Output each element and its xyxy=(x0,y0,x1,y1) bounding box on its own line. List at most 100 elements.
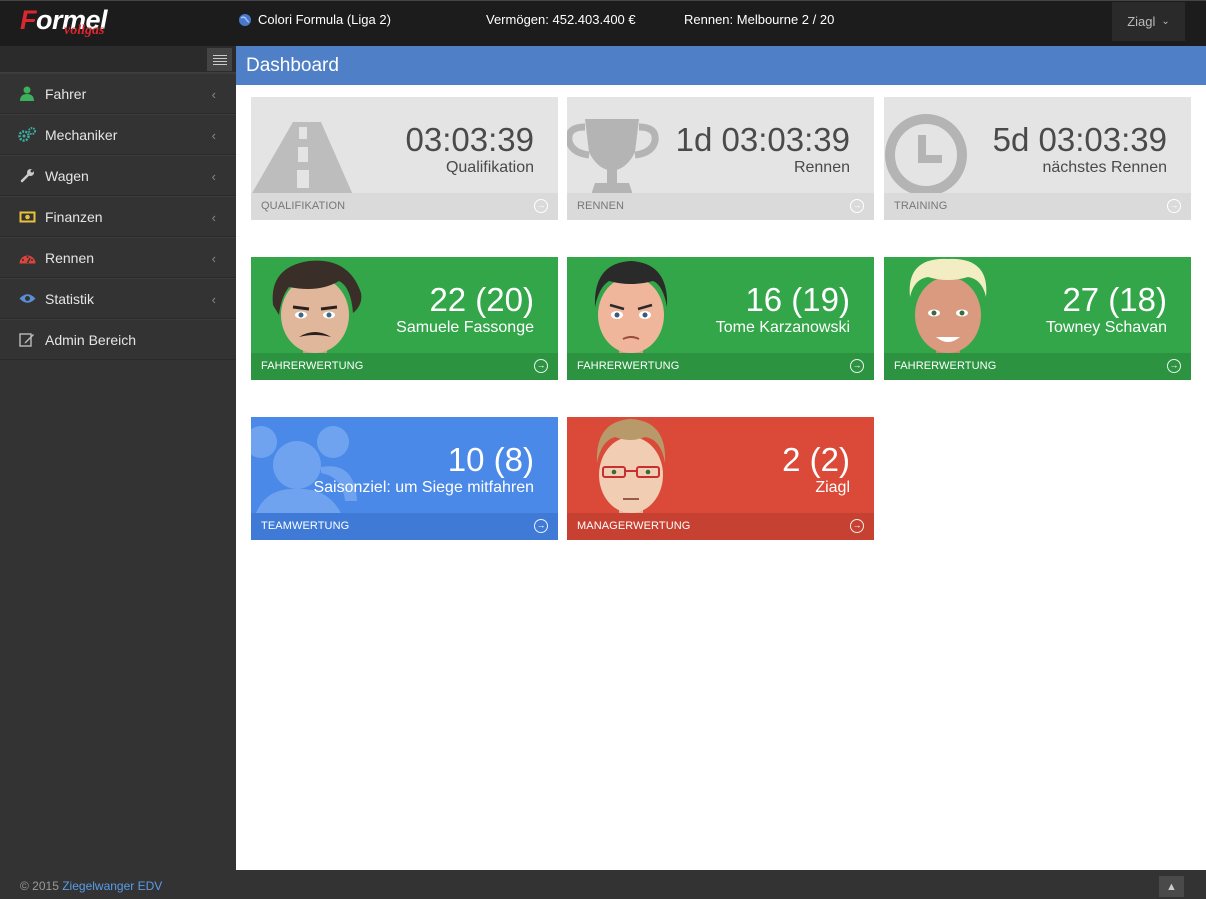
tile-footer[interactable]: TRAINING → xyxy=(884,193,1191,220)
money-info: Vermögen: 452.403.400 € xyxy=(486,12,636,27)
arrow-circle-right-icon: → xyxy=(534,519,548,533)
sidebar-item-label: Finanzen xyxy=(45,208,103,225)
sidebar: Fahrer ‹ Mechaniker ‹ Wagen ‹ Finanzen ‹… xyxy=(0,46,236,870)
tile-teamwertung[interactable]: 10 (8) Saisonziel: um Siege mitfahren TE… xyxy=(251,417,558,540)
money-icon xyxy=(18,209,36,225)
wrench-icon xyxy=(18,168,36,184)
sidebar-item-label: Wagen xyxy=(45,167,89,184)
tile-footer-label: QUALIFIKATION xyxy=(261,200,346,212)
tile-footer[interactable]: RENNEN → xyxy=(567,193,874,220)
globe-icon xyxy=(239,13,251,26)
tile-rennen[interactable]: 1d 03:03:39 Rennen RENNEN → xyxy=(567,97,874,220)
arrow-circle-right-icon: → xyxy=(850,519,864,533)
tile-footer-label: FAHRERWERTUNG xyxy=(577,360,680,372)
footer: © 2015 Ziegelwanger EDV ▲ xyxy=(0,870,1206,899)
arrow-circle-right-icon: → xyxy=(1167,359,1181,373)
tile-footer[interactable]: MANAGERWERTUNG → xyxy=(567,513,874,540)
tile-value: 27 (18) xyxy=(1062,281,1167,318)
arrow-circle-right-icon: → xyxy=(850,359,864,373)
league-info: Colori Formula (Liga 2) xyxy=(238,12,391,27)
sidebar-item-fahrer[interactable]: Fahrer ‹ xyxy=(0,73,236,114)
sidebar-item-admin-bereich[interactable]: Admin Bereich xyxy=(0,319,236,360)
league-name: Colori Formula (Liga 2) xyxy=(258,12,391,27)
sidebar-item-mechaniker[interactable]: Mechaniker ‹ xyxy=(0,114,236,155)
tile-subtitle: nächstes Rennen xyxy=(1042,159,1167,176)
top-bar: Formel vollgas Colori Formula (Liga 2) V… xyxy=(0,0,1206,46)
tile-driver-1[interactable]: 22 (20) Samuele Fassonge FAHRERWERTUNG → xyxy=(251,257,558,380)
chevron-left-icon: ‹ xyxy=(211,87,216,102)
tile-managerwertung[interactable]: 2 (2) Ziagl MANAGERWERTUNG → xyxy=(567,417,874,540)
sidebar-item-label: Mechaniker xyxy=(45,126,118,143)
tile-footer-label: RENNEN xyxy=(577,200,625,212)
tile-subtitle: Tome Karzanowski xyxy=(715,319,850,336)
tile-value: 16 (19) xyxy=(745,281,850,318)
scroll-to-top-button[interactable]: ▲ xyxy=(1159,876,1184,897)
tile-value: 2 (2) xyxy=(782,441,850,478)
tile-value: 22 (20) xyxy=(429,281,534,318)
tile-training[interactable]: 5d 03:03:39 nächstes Rennen TRAINING → xyxy=(884,97,1191,220)
sidebar-item-label: Admin Bereich xyxy=(45,331,137,348)
tile-footer[interactable]: FAHRERWERTUNG → xyxy=(251,353,558,380)
logo-subtitle: vollgas xyxy=(64,23,105,38)
tile-footer-label: MANAGERWERTUNG xyxy=(577,520,691,532)
tile-subtitle: Ziagl xyxy=(815,479,850,496)
copyright: © 2015 Ziegelwanger EDV xyxy=(20,879,162,893)
arrow-circle-right-icon: → xyxy=(1167,199,1181,213)
chevron-up-icon: ▲ xyxy=(1166,880,1177,893)
main-content: Dashboard 03:03:39 Qualifikation QUALIFI… xyxy=(236,46,1206,870)
chevron-down-icon: ⌄ xyxy=(1161,16,1170,27)
tile-subtitle: Saisonziel: um Siege mitfahren xyxy=(313,479,534,496)
sidebar-toggle-button[interactable] xyxy=(207,48,232,71)
arrow-circle-right-icon: → xyxy=(534,199,548,213)
company-link[interactable]: Ziegelwanger EDV xyxy=(62,879,162,893)
sidebar-item-label: Rennen xyxy=(45,249,95,266)
race-info: Rennen: Melbourne 2 / 20 xyxy=(684,12,835,27)
tile-subtitle: Samuele Fassonge xyxy=(396,319,534,336)
user-menu-button[interactable]: Ziagl ⌄ xyxy=(1112,2,1185,41)
edit-icon xyxy=(18,332,36,348)
trophy-icon xyxy=(567,119,659,195)
clock-icon xyxy=(885,114,967,196)
user-icon xyxy=(18,86,36,102)
tile-footer[interactable]: QUALIFIKATION → xyxy=(251,193,558,220)
tile-value: 03:03:39 xyxy=(405,121,534,158)
chevron-left-icon: ‹ xyxy=(211,128,216,143)
sidebar-item-wagen[interactable]: Wagen ‹ xyxy=(0,155,236,196)
tile-footer-label: FAHRERWERTUNG xyxy=(894,360,997,372)
copyright-text: © 2015 xyxy=(20,879,59,893)
sidebar-item-label: Statistik xyxy=(45,290,95,307)
arrow-circle-right-icon: → xyxy=(534,359,548,373)
user-name: Ziagl xyxy=(1127,14,1156,29)
sidebar-item-rennen[interactable]: Rennen ‹ xyxy=(0,237,236,278)
page-title: Dashboard xyxy=(236,46,1206,85)
tile-footer[interactable]: TEAMWERTUNG → xyxy=(251,513,558,540)
tile-value: 5d 03:03:39 xyxy=(992,121,1167,158)
tile-subtitle: Rennen xyxy=(793,159,850,176)
logo[interactable]: Formel vollgas xyxy=(20,5,140,43)
tile-footer[interactable]: FAHRERWERTUNG → xyxy=(567,353,874,380)
tile-footer-label: TEAMWERTUNG xyxy=(261,520,350,532)
road-icon xyxy=(251,122,353,195)
sidebar-item-label: Fahrer xyxy=(45,85,87,102)
tile-qualifikation[interactable]: 03:03:39 Qualifikation QUALIFIKATION → xyxy=(251,97,558,220)
chevron-left-icon: ‹ xyxy=(211,292,216,307)
tile-footer[interactable]: FAHRERWERTUNG → xyxy=(884,353,1191,380)
tile-footer-label: FAHRERWERTUNG xyxy=(261,360,364,372)
tile-value: 1d 03:03:39 xyxy=(675,121,850,158)
sidebar-item-finanzen[interactable]: Finanzen ‹ xyxy=(0,196,236,237)
chevron-left-icon: ‹ xyxy=(211,210,216,225)
tile-value: 10 (8) xyxy=(447,441,534,478)
tile-footer-label: TRAINING xyxy=(894,200,948,212)
arrow-circle-right-icon: → xyxy=(850,199,864,213)
tile-subtitle: Towney Schavan xyxy=(1046,319,1167,336)
chevron-left-icon: ‹ xyxy=(211,251,216,266)
logo-text-first: F xyxy=(20,5,37,35)
tile-driver-2[interactable]: 16 (19) Tome Karzanowski FAHRERWERTUNG → xyxy=(567,257,874,380)
eye-icon xyxy=(18,291,36,307)
chevron-left-icon: ‹ xyxy=(211,169,216,184)
tile-driver-3[interactable]: 27 (18) Towney Schavan FAHRERWERTUNG → xyxy=(884,257,1191,380)
gears-icon xyxy=(18,127,36,143)
sidebar-item-statistik[interactable]: Statistik ‹ xyxy=(0,278,236,319)
tile-subtitle: Qualifikation xyxy=(445,159,534,176)
speedometer-icon xyxy=(18,250,36,266)
